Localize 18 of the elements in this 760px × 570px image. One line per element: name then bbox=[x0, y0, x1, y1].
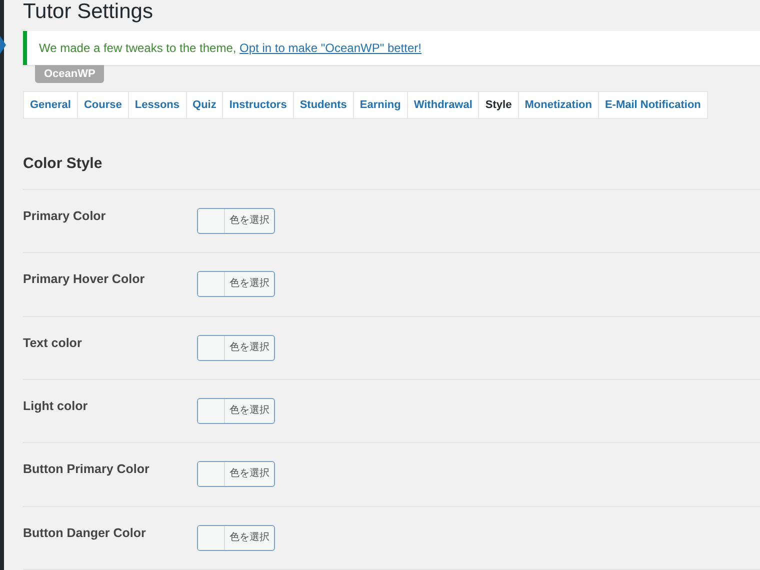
color-picker-button[interactable]: 色を選択 bbox=[197, 271, 275, 298]
setting-label: Button Primary Color bbox=[23, 461, 150, 478]
page-title: Tutor Settings bbox=[23, 0, 154, 24]
setting-label: Button Danger Color bbox=[23, 524, 147, 542]
setting-label: Primary Hover Color bbox=[23, 271, 146, 288]
color-picker-button[interactable]: 色を選択 bbox=[197, 398, 275, 424]
theme-badge: OceanWP bbox=[35, 65, 104, 83]
setting-label: Text color bbox=[23, 334, 83, 352]
setting-label: Primary Color bbox=[23, 208, 107, 225]
section-title: Color Style bbox=[23, 155, 760, 190]
setting-label: Light color bbox=[23, 398, 89, 415]
opt-in-link[interactable]: Opt in to make "OceanWP" better! bbox=[240, 41, 422, 55]
notice-text: We made a few tweaks to the theme, Opt in to make "OceanWP" better! bbox=[39, 41, 422, 55]
color-picker-button[interactable]: 色を選択 bbox=[197, 524, 275, 551]
color-picker-button[interactable]: 色を選択 bbox=[197, 461, 275, 488]
color-picker-button[interactable]: 色を選択 bbox=[197, 208, 275, 234]
color-picker-button[interactable]: 色を選択 bbox=[197, 334, 275, 361]
current-menu-indicator-icon bbox=[0, 36, 6, 54]
